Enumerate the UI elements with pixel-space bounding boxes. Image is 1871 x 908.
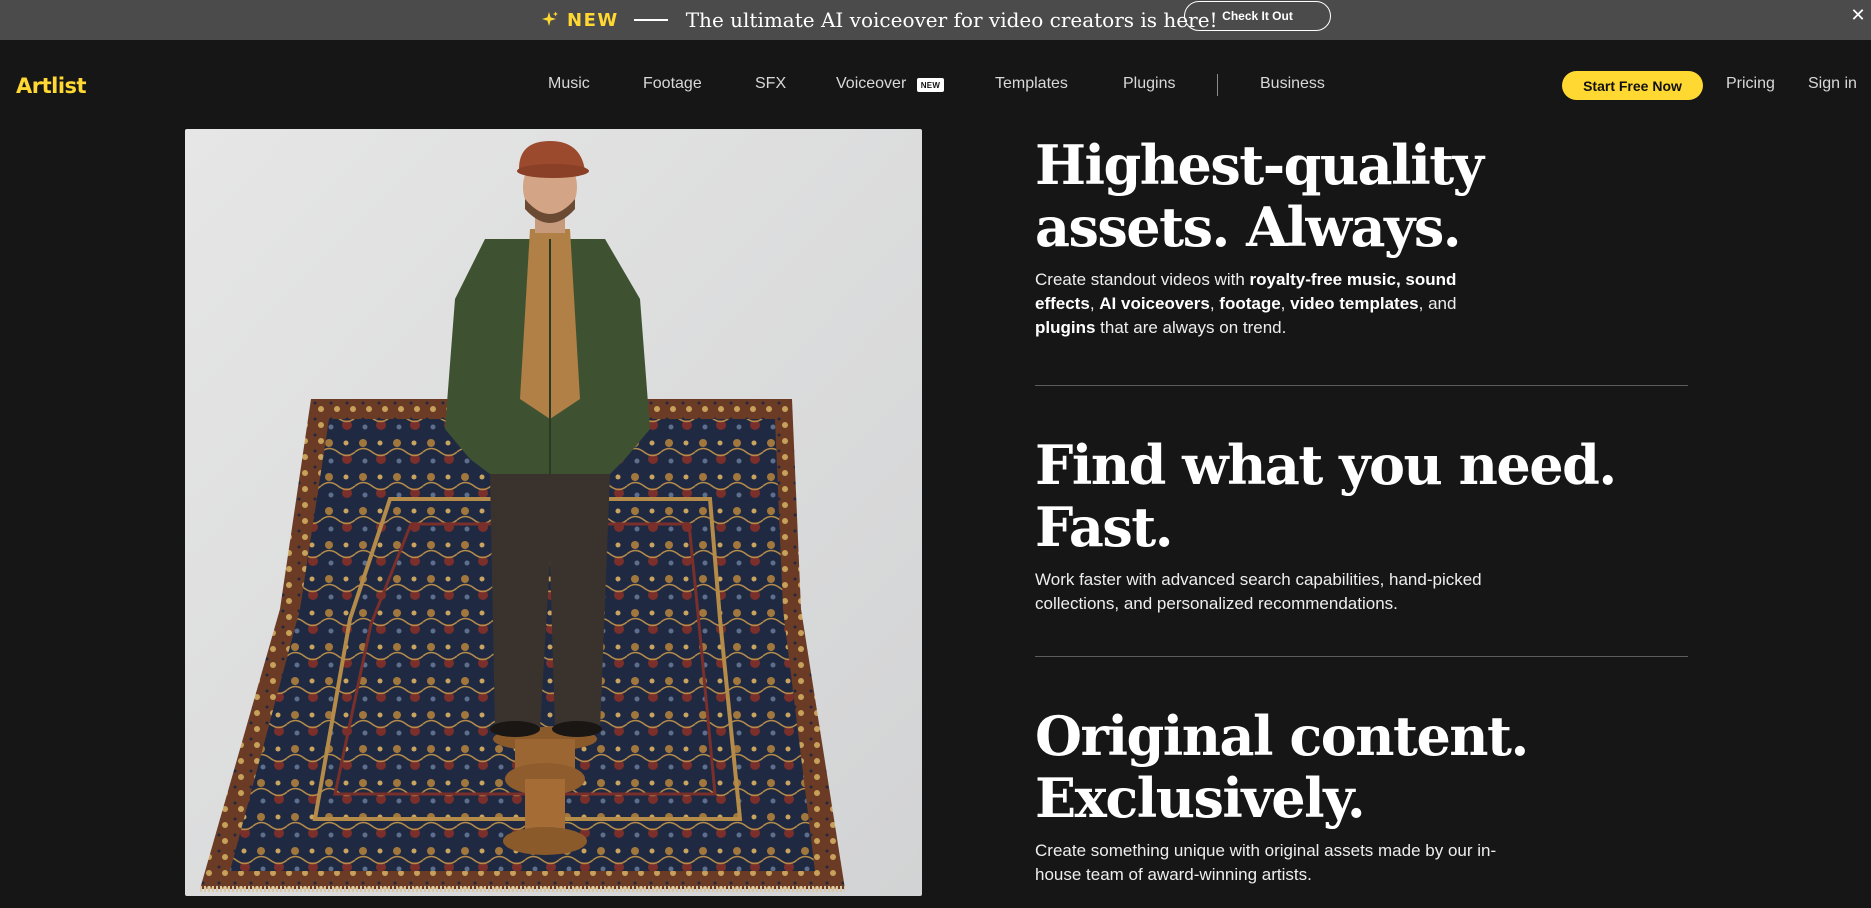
feature-original: Original content. Exclusively. Create so… xyxy=(1035,704,1529,887)
feature-original-title-line2: Exclusively. xyxy=(1035,766,1366,830)
feature-search-title-line1: Find what you need. xyxy=(1035,433,1617,497)
nav-divider xyxy=(1217,74,1218,96)
new-tag: NEW xyxy=(567,9,619,31)
sign-in-link[interactable]: Sign in xyxy=(1808,75,1857,93)
feature-quality-title-line2: assets. Always. xyxy=(1035,195,1462,259)
section-divider xyxy=(1035,656,1688,657)
voiceover-new-badge: NEW xyxy=(917,78,944,92)
announcement-divider xyxy=(633,19,668,21)
hero-photo-illustration xyxy=(185,129,922,896)
desc-strong: footage xyxy=(1219,294,1281,313)
desc-strong: AI voiceovers xyxy=(1099,294,1210,313)
desc-text: Create standout videos with xyxy=(1035,270,1250,289)
feature-search-title-line2: Fast. xyxy=(1035,495,1174,559)
nav-item-templates[interactable]: Templates xyxy=(995,75,1068,93)
feature-quality-title-line1: Highest-quality xyxy=(1035,133,1484,197)
sparkle-icon xyxy=(542,11,558,26)
nav-item-business[interactable]: Business xyxy=(1260,75,1325,93)
announcement-text: The ultimate AI voiceover for video crea… xyxy=(685,8,1218,32)
close-icon[interactable]: ✕ xyxy=(1849,6,1867,24)
feature-search-description: Work faster with advanced search capabil… xyxy=(1035,570,1482,613)
desc-text: , xyxy=(1280,294,1291,313)
hero-image xyxy=(185,129,922,896)
artlist-logo[interactable]: Artlist xyxy=(16,74,87,98)
nav-item-music[interactable]: Music xyxy=(548,75,590,93)
nav-item-voiceover[interactable]: Voiceover xyxy=(836,75,906,93)
feature-quality: Highest-quality assets. Always. Create s… xyxy=(1035,134,1505,340)
main-navbar: Artlist Music Footage SFX Voiceover NEW … xyxy=(0,40,1871,130)
feature-search: Find what you need. Fast. Work faster wi… xyxy=(1035,433,1617,616)
nav-item-sfx[interactable]: SFX xyxy=(755,75,786,93)
feature-search-title: Find what you need. Fast. xyxy=(1035,433,1617,559)
nav-item-plugins[interactable]: Plugins xyxy=(1123,75,1175,93)
start-free-now-button[interactable]: Start Free Now xyxy=(1562,71,1703,100)
desc-strong: plugins xyxy=(1035,318,1096,337)
feature-original-title-line1: Original content. xyxy=(1035,704,1529,768)
announcement-bar: NEW The ultimate AI voiceover for video … xyxy=(0,0,1871,40)
announcement-content: NEW The ultimate AI voiceover for video … xyxy=(540,0,1218,40)
nav-item-footage[interactable]: Footage xyxy=(643,75,702,93)
nav-item-pricing[interactable]: Pricing xyxy=(1726,75,1775,93)
desc-text: , xyxy=(1089,294,1100,313)
feature-original-title: Original content. Exclusively. xyxy=(1035,704,1529,830)
desc-text: , and xyxy=(1418,294,1457,313)
feature-original-description: Create something unique with original as… xyxy=(1035,841,1497,884)
feature-quality-description: Create standout videos with royalty-free… xyxy=(1035,268,1505,340)
logo-text: Artlist xyxy=(16,74,87,98)
desc-strong: video templates xyxy=(1290,294,1419,313)
check-it-out-button[interactable]: Check It Out xyxy=(1184,1,1331,31)
feature-quality-title: Highest-quality assets. Always. xyxy=(1035,134,1505,258)
desc-text: , xyxy=(1209,294,1220,313)
section-divider xyxy=(1035,385,1688,386)
desc-text: that are always on trend. xyxy=(1095,318,1287,337)
